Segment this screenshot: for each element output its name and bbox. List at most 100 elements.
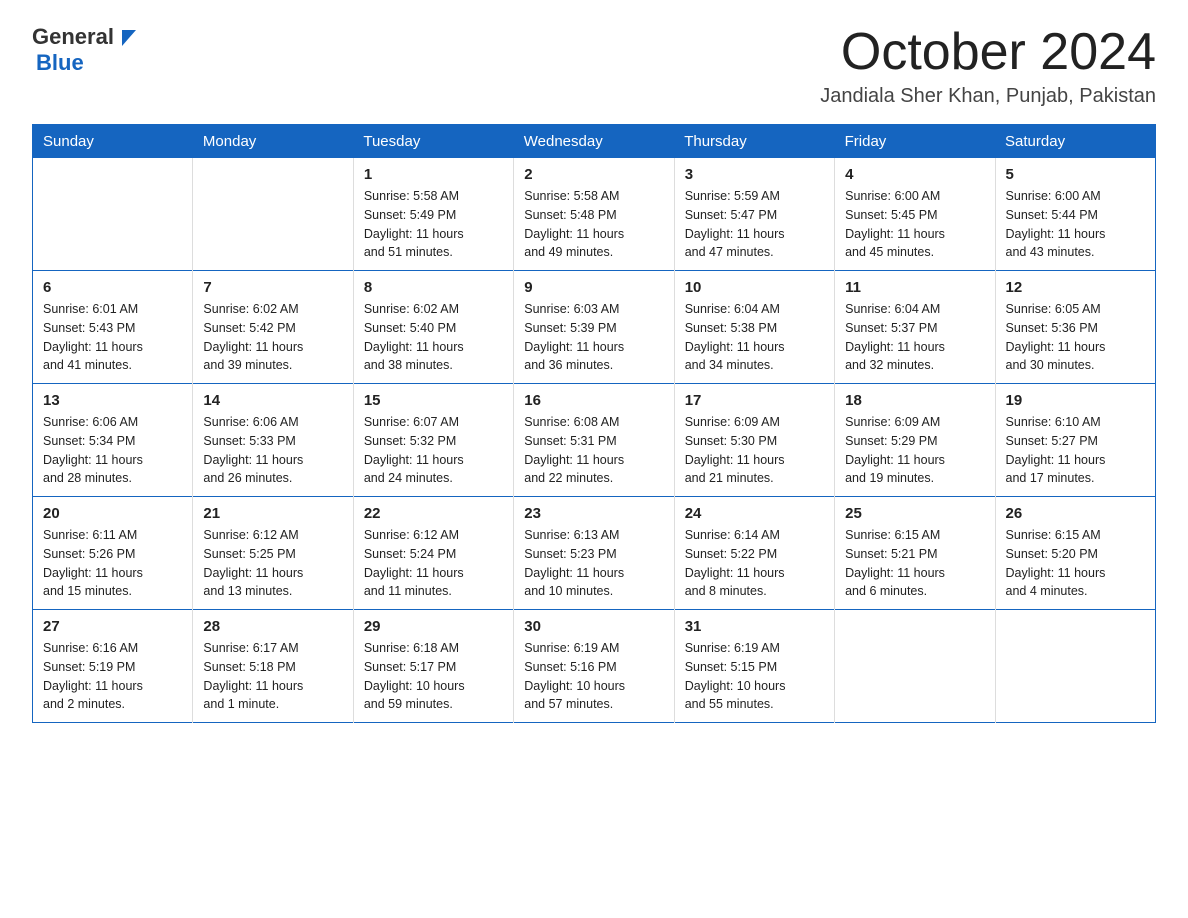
day-number: 29: [364, 618, 503, 635]
day-number: 17: [685, 392, 824, 409]
day-info-text: Sunrise: 5:58 AM Sunset: 5:49 PM Dayligh…: [364, 187, 503, 262]
day-cell: 23 Sunrise: 6:13 AM Sunset: 5:23 PM Dayli…: [514, 497, 674, 610]
day-info-text: Sunrise: 6:12 AM Sunset: 5:24 PM Dayligh…: [364, 526, 503, 601]
calendar-table: SundayMondayTuesdayWednesdayThursdayFrid…: [32, 124, 1156, 723]
logo-arrow-icon: [118, 26, 140, 48]
day-number: 8: [364, 279, 503, 296]
day-cell: 20 Sunrise: 6:11 AM Sunset: 5:26 PM Dayli…: [33, 497, 193, 610]
day-info-text: Sunrise: 5:58 AM Sunset: 5:48 PM Dayligh…: [524, 187, 663, 262]
day-number: 30: [524, 618, 663, 635]
day-cell: 3 Sunrise: 5:59 AM Sunset: 5:47 PM Daylig…: [674, 158, 834, 271]
location-subtitle: Jandiala Sher Khan, Punjab, Pakistan: [820, 85, 1156, 108]
day-cell: 15Sunrise: 6:07 AM Sunset: 5:32 PM Dayli…: [353, 384, 513, 497]
day-number: 16: [524, 392, 663, 409]
logo-blue-text: Blue: [36, 50, 84, 76]
day-info-text: Sunrise: 6:13 AM Sunset: 5:23 PM Dayligh…: [524, 526, 663, 601]
day-info-text: Sunrise: 6:04 AM Sunset: 5:38 PM Dayligh…: [685, 300, 824, 375]
day-cell: 10 Sunrise: 6:04 AM Sunset: 5:38 PM Dayli…: [674, 271, 834, 384]
day-cell: 18Sunrise: 6:09 AM Sunset: 5:29 PM Dayli…: [835, 384, 995, 497]
col-header-sunday: Sunday: [33, 125, 193, 159]
day-info-text: Sunrise: 6:00 AM Sunset: 5:44 PM Dayligh…: [1006, 187, 1145, 262]
day-number: 23: [524, 505, 663, 522]
day-info-text: Sunrise: 6:15 AM Sunset: 5:20 PM Dayligh…: [1006, 526, 1145, 601]
day-cell: 30 Sunrise: 6:19 AM Sunset: 5:16 PM Dayli…: [514, 610, 674, 723]
col-header-tuesday: Tuesday: [353, 125, 513, 159]
day-number: 28: [203, 618, 342, 635]
day-info-text: Sunrise: 6:19 AM Sunset: 5:16 PM Dayligh…: [524, 639, 663, 714]
day-number: 13: [43, 392, 182, 409]
col-header-wednesday: Wednesday: [514, 125, 674, 159]
day-cell: 21Sunrise: 6:12 AM Sunset: 5:25 PM Dayli…: [193, 497, 353, 610]
day-number: 9: [524, 279, 663, 296]
day-info-text: Sunrise: 6:17 AM Sunset: 5:18 PM Dayligh…: [203, 639, 342, 714]
day-info-text: Sunrise: 6:09 AM Sunset: 5:29 PM Dayligh…: [845, 413, 984, 488]
day-cell: 2 Sunrise: 5:58 AM Sunset: 5:48 PM Daylig…: [514, 158, 674, 271]
col-header-thursday: Thursday: [674, 125, 834, 159]
day-number: 3: [685, 166, 824, 183]
day-number: 5: [1006, 166, 1145, 183]
day-cell: [33, 158, 193, 271]
day-cell: 22 Sunrise: 6:12 AM Sunset: 5:24 PM Dayli…: [353, 497, 513, 610]
day-info-text: Sunrise: 6:11 AM Sunset: 5:26 PM Dayligh…: [43, 526, 182, 601]
day-cell: 5 Sunrise: 6:00 AM Sunset: 5:44 PM Daylig…: [995, 158, 1155, 271]
day-number: 7: [203, 279, 342, 296]
day-info-text: Sunrise: 6:06 AM Sunset: 5:33 PM Dayligh…: [203, 413, 342, 488]
col-header-friday: Friday: [835, 125, 995, 159]
day-info-text: Sunrise: 6:09 AM Sunset: 5:30 PM Dayligh…: [685, 413, 824, 488]
day-number: 6: [43, 279, 182, 296]
col-header-saturday: Saturday: [995, 125, 1155, 159]
title-block: October 2024 Jandiala Sher Khan, Punjab,…: [820, 24, 1156, 108]
day-cell: 31 Sunrise: 6:19 AM Sunset: 5:15 PM Dayli…: [674, 610, 834, 723]
day-number: 2: [524, 166, 663, 183]
day-cell: [995, 610, 1155, 723]
day-cell: [193, 158, 353, 271]
day-info-text: Sunrise: 6:19 AM Sunset: 5:15 PM Dayligh…: [685, 639, 824, 714]
day-info-text: Sunrise: 6:04 AM Sunset: 5:37 PM Dayligh…: [845, 300, 984, 375]
week-row-4: 20 Sunrise: 6:11 AM Sunset: 5:26 PM Dayli…: [33, 497, 1156, 610]
col-header-monday: Monday: [193, 125, 353, 159]
day-number: 11: [845, 279, 984, 296]
day-cell: [835, 610, 995, 723]
day-info-text: Sunrise: 6:03 AM Sunset: 5:39 PM Dayligh…: [524, 300, 663, 375]
day-info-text: Sunrise: 6:02 AM Sunset: 5:40 PM Dayligh…: [364, 300, 503, 375]
day-number: 31: [685, 618, 824, 635]
day-cell: 9 Sunrise: 6:03 AM Sunset: 5:39 PM Daylig…: [514, 271, 674, 384]
day-number: 21: [203, 505, 342, 522]
day-number: 20: [43, 505, 182, 522]
day-number: 27: [43, 618, 182, 635]
day-info-text: Sunrise: 6:18 AM Sunset: 5:17 PM Dayligh…: [364, 639, 503, 714]
day-number: 26: [1006, 505, 1145, 522]
day-cell: 8 Sunrise: 6:02 AM Sunset: 5:40 PM Daylig…: [353, 271, 513, 384]
week-row-3: 13Sunrise: 6:06 AM Sunset: 5:34 PM Dayli…: [33, 384, 1156, 497]
day-info-text: Sunrise: 5:59 AM Sunset: 5:47 PM Dayligh…: [685, 187, 824, 262]
day-info-text: Sunrise: 6:14 AM Sunset: 5:22 PM Dayligh…: [685, 526, 824, 601]
day-cell: 6 Sunrise: 6:01 AM Sunset: 5:43 PM Daylig…: [33, 271, 193, 384]
week-row-5: 27Sunrise: 6:16 AM Sunset: 5:19 PM Dayli…: [33, 610, 1156, 723]
day-cell: 16Sunrise: 6:08 AM Sunset: 5:31 PM Dayli…: [514, 384, 674, 497]
day-number: 14: [203, 392, 342, 409]
day-number: 4: [845, 166, 984, 183]
day-info-text: Sunrise: 6:01 AM Sunset: 5:43 PM Dayligh…: [43, 300, 182, 375]
day-cell: 19Sunrise: 6:10 AM Sunset: 5:27 PM Dayli…: [995, 384, 1155, 497]
day-number: 10: [685, 279, 824, 296]
day-cell: 25Sunrise: 6:15 AM Sunset: 5:21 PM Dayli…: [835, 497, 995, 610]
day-info-text: Sunrise: 6:00 AM Sunset: 5:45 PM Dayligh…: [845, 187, 984, 262]
calendar-header-row: SundayMondayTuesdayWednesdayThursdayFrid…: [33, 125, 1156, 159]
day-cell: 14 Sunrise: 6:06 AM Sunset: 5:33 PM Dayli…: [193, 384, 353, 497]
week-row-1: 1 Sunrise: 5:58 AM Sunset: 5:49 PM Daylig…: [33, 158, 1156, 271]
day-cell: 13Sunrise: 6:06 AM Sunset: 5:34 PM Dayli…: [33, 384, 193, 497]
day-cell: 29 Sunrise: 6:18 AM Sunset: 5:17 PM Dayli…: [353, 610, 513, 723]
day-number: 1: [364, 166, 503, 183]
week-row-2: 6 Sunrise: 6:01 AM Sunset: 5:43 PM Daylig…: [33, 271, 1156, 384]
day-cell: 27Sunrise: 6:16 AM Sunset: 5:19 PM Dayli…: [33, 610, 193, 723]
day-cell: 7Sunrise: 6:02 AM Sunset: 5:42 PM Daylig…: [193, 271, 353, 384]
day-info-text: Sunrise: 6:10 AM Sunset: 5:27 PM Dayligh…: [1006, 413, 1145, 488]
day-info-text: Sunrise: 6:07 AM Sunset: 5:32 PM Dayligh…: [364, 413, 503, 488]
page-header: General Blue October 2024 Jandiala Sher …: [32, 24, 1156, 108]
day-number: 22: [364, 505, 503, 522]
day-cell: 28 Sunrise: 6:17 AM Sunset: 5:18 PM Dayli…: [193, 610, 353, 723]
logo: General Blue: [32, 24, 140, 76]
day-cell: 1 Sunrise: 5:58 AM Sunset: 5:49 PM Daylig…: [353, 158, 513, 271]
logo-general-text: General: [32, 24, 114, 50]
day-cell: 24Sunrise: 6:14 AM Sunset: 5:22 PM Dayli…: [674, 497, 834, 610]
